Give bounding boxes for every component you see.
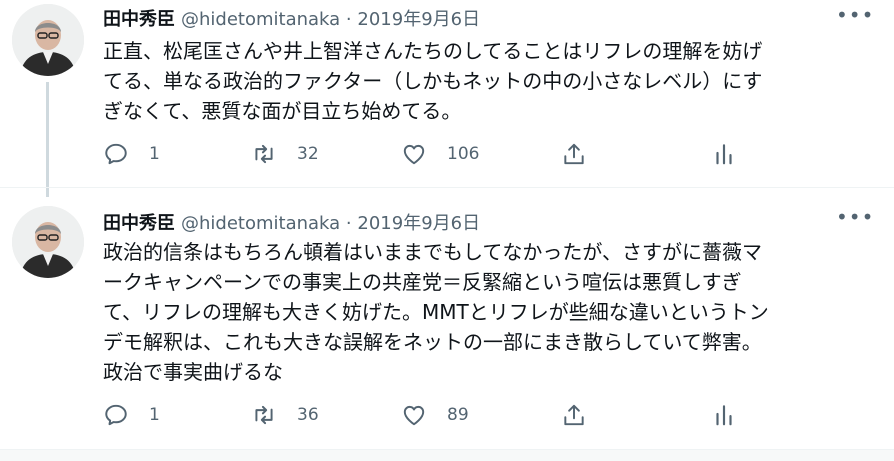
retweet-count: 36 <box>297 405 319 425</box>
tweet-date[interactable]: 2019年9月6日 <box>357 9 480 30</box>
like-button[interactable]: 89 <box>401 400 469 430</box>
reply-icon <box>105 404 127 426</box>
like-count: 106 <box>447 144 480 164</box>
analytics-button[interactable] <box>711 400 737 430</box>
retweet-icon <box>255 144 273 164</box>
more-options-icon[interactable]: ••• <box>836 5 873 28</box>
reply-count: 1 <box>149 405 160 425</box>
tweet[interactable]: 田中秀臣 @hidetomitanaka · 2019年9月6日 ••• 正直、松… <box>0 0 894 197</box>
reply-button[interactable]: 1 <box>103 139 160 169</box>
heart-icon <box>403 144 425 165</box>
action-bar: 1 32 106 <box>103 139 783 169</box>
analytics-icon <box>716 405 732 426</box>
tweet-text-line: ークキャンペーンでの事実上の共産党＝反緊縮という喧伝は悪質しすぎ <box>103 270 742 294</box>
tweet-date[interactable]: 2019年9月6日 <box>357 213 480 234</box>
author-handle[interactable]: @hidetomitanaka <box>181 213 340 234</box>
tweet-header: 田中秀臣 @hidetomitanaka · 2019年9月6日 <box>103 209 480 235</box>
retweet-count: 32 <box>297 144 319 164</box>
share-icon <box>564 143 584 165</box>
tweet-text: 正直、松尾匡さんや井上智洋さんたちのしてることはリフレの理解を妨げ てる、単なる… <box>103 36 863 126</box>
tweet-text-line: てる、単なる政治的ファクター（しかもネットの中の小さなレベル）にす <box>103 69 763 93</box>
tweet-header: 田中秀臣 @hidetomitanaka · 2019年9月6日 <box>103 5 480 31</box>
timeline: 田中秀臣 @hidetomitanaka · 2019年9月6日 ••• 正直、松… <box>0 0 894 461</box>
timeline-divider <box>0 449 894 461</box>
separator-dot: · <box>345 9 352 30</box>
tweet-text-line: 政治で事実曲げるな <box>103 360 283 384</box>
tweet-text: 政治的信条はもちろん頓着はいままでもしてなかったが、さすがに薔薇マ ークキャンペ… <box>103 237 863 387</box>
tweet-text-line: ぎなくて、悪質な面が目立ち始めてる。 <box>103 99 462 123</box>
retweet-button[interactable]: 36 <box>251 400 319 430</box>
author-name[interactable]: 田中秀臣 <box>103 9 175 30</box>
like-button[interactable]: 106 <box>401 139 479 169</box>
retweet-button[interactable]: 32 <box>251 139 319 169</box>
thread-connector <box>46 82 49 197</box>
tweet[interactable]: 田中秀臣 @hidetomitanaka · 2019年9月6日 ••• 政治的信… <box>0 187 894 450</box>
author-name[interactable]: 田中秀臣 <box>103 213 175 234</box>
retweet-icon <box>255 405 273 425</box>
avatar[interactable] <box>12 206 84 278</box>
tweet-text-line: デモ解釈は、これも大きな誤解をネットの一部にまき散らしていて弊害。 <box>103 330 762 354</box>
share-button[interactable] <box>561 139 587 169</box>
share-icon <box>564 404 584 426</box>
tweet-text-line: 政治的信条はもちろん頓着はいままでもしてなかったが、さすがに薔薇マ <box>103 240 762 264</box>
reply-button[interactable]: 1 <box>103 400 160 430</box>
heart-icon <box>403 405 425 426</box>
tweet-text-line: 正直、松尾匡さんや井上智洋さんたちのしてることはリフレの理解を妨げ <box>103 39 763 63</box>
more-options-icon[interactable]: ••• <box>836 207 873 230</box>
reply-icon <box>105 143 127 165</box>
share-button[interactable] <box>561 400 587 430</box>
author-handle[interactable]: @hidetomitanaka <box>181 9 340 30</box>
analytics-icon <box>716 144 732 165</box>
reply-count: 1 <box>149 144 160 164</box>
like-count: 89 <box>447 405 469 425</box>
avatar[interactable] <box>12 4 84 76</box>
tweet-text-line: て、リフレの理解も大きく妨げた。MMTとリフレが些細な違いというトン <box>103 300 769 324</box>
separator-dot: · <box>345 213 352 234</box>
action-bar: 1 36 89 <box>103 400 783 430</box>
analytics-button[interactable] <box>711 139 737 169</box>
